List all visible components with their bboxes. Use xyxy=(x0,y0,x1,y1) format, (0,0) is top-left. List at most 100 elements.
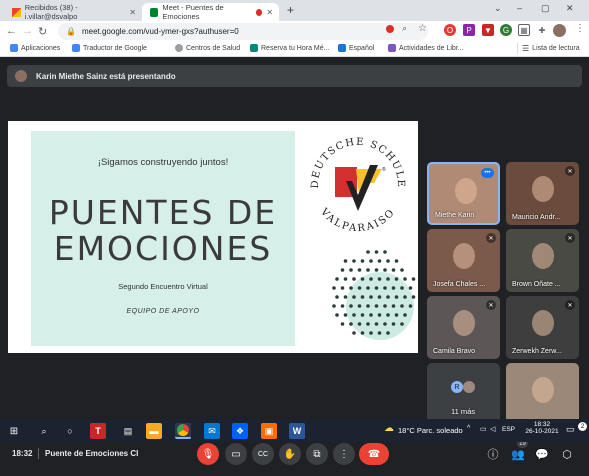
participant-tile[interactable] xyxy=(506,363,579,426)
more-participants-tile[interactable]: R 11 más xyxy=(427,363,500,426)
bookmark-apps[interactable]: Aplicaciones xyxy=(10,44,60,52)
forward-icon[interactable]: → xyxy=(22,25,33,37)
app-t-icon[interactable]: T xyxy=(90,423,106,439)
maximize-icon[interactable]: ▢ xyxy=(541,3,550,14)
more-options-button[interactable]: ⋮ xyxy=(333,443,355,465)
participant-tile[interactable]: ✕ Camila Bravo xyxy=(427,296,500,359)
participant-tile[interactable]: ✕ Zerwekh Zerw... xyxy=(506,296,579,359)
word-icon[interactable]: W xyxy=(289,423,305,439)
decor-dot xyxy=(400,268,404,272)
mail-icon[interactable]: ✉ xyxy=(204,423,220,439)
close-icon[interactable]: ✕ xyxy=(266,8,273,17)
decor-dot xyxy=(391,268,396,272)
decor-dot xyxy=(369,331,373,335)
bookmark-actividades[interactable]: Actividades de Libr... xyxy=(388,44,464,52)
info-icon: ⓘ xyxy=(487,449,499,461)
star-icon[interactable]: ☆ xyxy=(418,23,427,34)
grid-icon[interactable]: ▦ xyxy=(518,24,530,36)
participant-video xyxy=(532,377,554,403)
task-view-icon[interactable]: ○ xyxy=(62,423,78,439)
captions-button[interactable]: CC xyxy=(252,443,274,465)
participant-video xyxy=(532,176,554,202)
activities-button[interactable]: ⬡ xyxy=(558,443,576,465)
tab-search-icon[interactable]: ⌄ xyxy=(494,3,502,14)
slide-panel: ¡Sigamos construyendo juntos! PUENTES DE… xyxy=(31,131,295,346)
opera-icon[interactable]: O xyxy=(444,24,456,36)
mic-muted-icon: ✕ xyxy=(565,166,575,176)
bookmark-label: Español xyxy=(349,44,375,52)
meet-window: Karin Miethe Sainz está presentando ¡Sig… xyxy=(0,57,589,476)
decor-dot xyxy=(403,313,407,317)
url-input[interactable]: 🔒 meet.google.com/vud-ymer-gxs?authuser=… xyxy=(58,23,428,40)
dropbox-icon[interactable]: ❖ xyxy=(232,423,248,439)
camera-button[interactable]: ▭ xyxy=(225,443,247,465)
decor-dot xyxy=(332,286,336,290)
volume-icon[interactable]: ◁ xyxy=(490,425,495,433)
weather-text[interactable]: 18°C Parc. soleado xyxy=(398,426,463,435)
reading-list[interactable]: ☰ Lista de lectura xyxy=(522,44,580,53)
close-icon[interactable]: ✕ xyxy=(129,8,136,17)
reload-icon[interactable]: ↻ xyxy=(38,25,47,38)
profile-avatar[interactable] xyxy=(553,24,566,37)
info-button[interactable]: ⓘ xyxy=(484,443,502,465)
decor-dot xyxy=(360,259,365,263)
notifications-icon[interactable]: ▭ xyxy=(566,424,575,435)
file-explorer-icon[interactable]: ▬ xyxy=(146,423,162,439)
shield-icon[interactable]: ▼ xyxy=(482,24,494,36)
network-icon[interactable]: ▭ xyxy=(480,425,487,433)
tab-gmail[interactable]: Recibidos (38) - i.villar@dsvalpo ✕ xyxy=(4,3,142,21)
minimize-icon[interactable]: – xyxy=(517,3,522,13)
mic-muted-icon: ✕ xyxy=(565,300,575,310)
language-indicator[interactable]: ESP xyxy=(502,426,515,433)
reading-list-icon: ☰ xyxy=(522,44,530,53)
search-icon[interactable]: ⌕ xyxy=(36,423,52,439)
back-icon[interactable]: ← xyxy=(6,25,17,37)
bookmark-health[interactable]: Centros de Salud xyxy=(175,44,240,52)
weather-icon: ☁ xyxy=(384,423,394,434)
zoom-icon[interactable]: ⌕ xyxy=(402,23,407,34)
bookmark-espanol[interactable]: Español xyxy=(338,44,374,52)
speaking-indicator-icon: ••• xyxy=(481,168,494,178)
participant-tile[interactable]: ••• Miethe Karin xyxy=(427,162,500,225)
bookmark-translate[interactable]: Traductor de Google xyxy=(72,44,147,52)
tab-title: Recibidos (38) - i.villar@dsvalpo xyxy=(24,3,78,21)
chrome-icon[interactable] xyxy=(175,423,191,439)
decor-dot xyxy=(383,322,387,326)
mic-off-button[interactable]: 🎙 xyxy=(197,443,219,465)
meeting-controls: 18:32 Puente de Emociones CI 🎙 ▭ CC ✋ ⧉ … xyxy=(0,436,589,476)
participant-tile[interactable]: ✕ Brown Oñate ... xyxy=(506,229,579,292)
participant-tile[interactable]: ✕ Josefa Chales ... xyxy=(427,229,500,292)
extension-icon[interactable]: P xyxy=(463,24,475,36)
participant-tile[interactable]: ✕ Mauricio Andr... xyxy=(506,162,579,225)
chat-button[interactable]: 💬 xyxy=(533,443,551,465)
raise-hand-button[interactable]: ✋ xyxy=(279,443,301,465)
tab-meet[interactable]: Meet - Puentes de Emociones ✕ xyxy=(142,3,279,21)
clock[interactable]: 18:32 26-10-2021 xyxy=(525,421,559,435)
decor-dot xyxy=(352,295,356,299)
presenter-text: Karin Miethe Sainz está presentando xyxy=(36,71,176,81)
leave-call-button[interactable]: ☎ xyxy=(359,443,389,465)
decor-dot xyxy=(386,259,390,263)
puzzle-icon[interactable]: ✚ xyxy=(536,24,548,36)
svg-text:®: ® xyxy=(382,166,386,173)
windows-start-icon[interactable]: ⊞ xyxy=(6,423,22,439)
tray-chevron-icon[interactable]: ^ xyxy=(467,425,470,432)
decor-dot xyxy=(411,295,416,299)
decor-dot xyxy=(394,277,399,281)
app-orange-icon[interactable]: ▣ xyxy=(261,423,277,439)
decor-dot xyxy=(357,304,362,308)
decor-dot xyxy=(366,322,370,326)
new-tab-icon[interactable]: + xyxy=(287,3,294,17)
grammarly-icon[interactable]: G xyxy=(500,24,512,36)
present-button[interactable]: ⧉ xyxy=(306,443,328,465)
mic-muted-icon: ✕ xyxy=(486,233,496,243)
decor-dot xyxy=(349,322,353,326)
decor-dot xyxy=(357,286,362,290)
menu-icon[interactable]: ⋮ xyxy=(575,23,585,34)
meeting-time: 18:32 xyxy=(12,449,33,458)
clock-time: 18:32 xyxy=(533,421,551,428)
files-icon[interactable]: ▤ xyxy=(120,423,136,439)
decor-dot xyxy=(343,277,348,281)
bookmark-reserva[interactable]: Reserva tu Hora Mé... xyxy=(250,44,329,52)
close-window-icon[interactable]: ✕ xyxy=(566,3,574,14)
